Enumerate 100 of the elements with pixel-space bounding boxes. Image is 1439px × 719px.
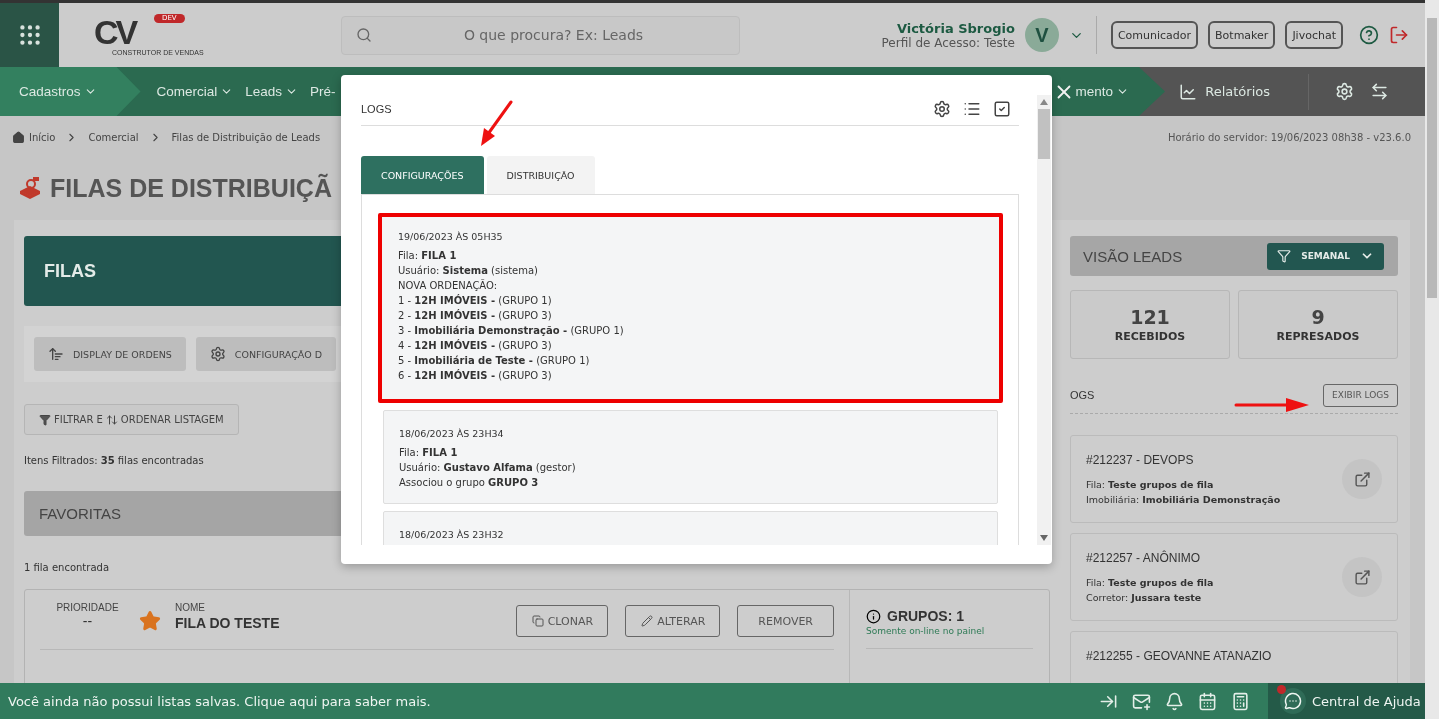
log-line: 3 - Imobiliária Demonstração - (GRUPO 1) bbox=[398, 324, 625, 338]
scroll-up-icon[interactable] bbox=[1040, 99, 1048, 105]
log-line: 5 - Imobiliária de Teste - (GRUPO 1) bbox=[398, 354, 591, 368]
show-logs-button[interactable]: EXIBIR LOGS bbox=[1323, 383, 1398, 407]
swap-arrows-icon[interactable] bbox=[1370, 82, 1389, 101]
bell-icon[interactable] bbox=[1165, 691, 1184, 711]
favorites-count: 1 fila encontrada bbox=[24, 562, 110, 573]
tab[interactable]: DISTRIBUIÇÃO bbox=[486, 156, 595, 194]
log-date: 18/06/2023 ÀS 23H32 bbox=[399, 529, 505, 540]
scrollbar-thumb[interactable] bbox=[1427, 18, 1437, 298]
list-icon[interactable] bbox=[963, 100, 981, 118]
filtered-count: Itens Filtrados: 35 filas encontradas bbox=[24, 455, 204, 466]
log-line: 2 - 12H IMÓVEIS - (GRUPO 3) bbox=[398, 308, 553, 323]
log-line: Associou o grupo GRUPO 3 bbox=[399, 476, 540, 490]
reports-link[interactable]: Relatórios bbox=[1179, 82, 1270, 101]
log-line: Fila: FILA 1 bbox=[398, 249, 458, 263]
log-date: 19/06/2023 ÀS 05H35 bbox=[398, 231, 504, 242]
nav-menu-item[interactable]: mento bbox=[1069, 67, 1135, 116]
server-time: Horário do servidor: 19/06/2023 08h38 - v23.6.0 bbox=[1167, 131, 1411, 143]
logo-mark: CV bbox=[94, 14, 136, 49]
nav-menu-item[interactable]: Comercial bbox=[150, 67, 240, 116]
header-button[interactable]: Comunicador bbox=[1110, 21, 1199, 49]
nav-menu-item[interactable]: Leads bbox=[239, 67, 305, 116]
nav-menu-item[interactable]: Cadastros bbox=[0, 67, 141, 116]
dialog-title: LOGS bbox=[361, 103, 392, 115]
priority-label: PRIORIDADE bbox=[56, 602, 119, 613]
log-line: NOVA ORDENAÇÃO: bbox=[398, 278, 499, 293]
filter-sort-button[interactable]: FILTRAR E ORDENAR LISTAGEM bbox=[24, 404, 239, 435]
star-icon[interactable] bbox=[139, 610, 161, 632]
lead-detail: Fila: Teste grupos de fila bbox=[1086, 478, 1215, 492]
help-center-button[interactable]: Central de Ajuda bbox=[1268, 683, 1425, 719]
settings-icon[interactable] bbox=[933, 100, 951, 118]
calculator-icon[interactable] bbox=[1231, 691, 1250, 711]
filter-icon bbox=[39, 413, 51, 426]
queue-icon bbox=[18, 177, 42, 199]
section-title: FILAS bbox=[44, 260, 96, 282]
scrollbar-thumb[interactable] bbox=[1038, 109, 1050, 159]
mail-plus-icon[interactable] bbox=[1132, 691, 1151, 711]
breadcrumb-link[interactable]: Filas de Distribuição de Leads bbox=[171, 131, 321, 143]
lead-detail: Imobiliária: Imobiliária Demonstração bbox=[1086, 493, 1282, 507]
queue-action-button[interactable]: REMOVER bbox=[737, 605, 834, 637]
log-line: 1 - 12H IMÓVEIS - (GRUPO 1) bbox=[398, 293, 553, 308]
search-input[interactable]: O que procura? Ex: Leads bbox=[382, 26, 725, 44]
lead-detail: Fila: Teste grupos de fila bbox=[1086, 576, 1215, 590]
checkbox-icon[interactable] bbox=[993, 100, 1011, 118]
log-line: Fila: FILA 1 bbox=[399, 446, 459, 460]
queue-action-button[interactable]: ALTERAR bbox=[625, 605, 721, 637]
search-icon bbox=[356, 27, 372, 43]
help-icon[interactable] bbox=[1359, 25, 1379, 45]
dialog-scrollbar[interactable] bbox=[1037, 95, 1051, 545]
name-label: NOME bbox=[175, 602, 206, 613]
lead-title: #212237 - DEVOPS bbox=[1086, 453, 1195, 467]
user-name: Victória Sbrogio bbox=[896, 20, 1015, 36]
page-title: FILAS DE DISTRIBUIÇÃ bbox=[50, 173, 332, 203]
info-icon bbox=[866, 608, 881, 624]
copy-icon bbox=[531, 615, 544, 627]
log-line: 4 - 12H IMÓVEIS - (GRUPO 3) bbox=[398, 338, 553, 353]
log-date: 18/06/2023 ÀS 23H34 bbox=[399, 428, 505, 439]
log-line: 6 - 12H IMÓVEIS - (GRUPO 3) bbox=[398, 368, 553, 383]
action-button[interactable]: CONFIGURAÇÃO D bbox=[195, 337, 336, 371]
priority-value: -- bbox=[82, 613, 93, 629]
calendar-icon[interactable] bbox=[1198, 691, 1217, 711]
queue-action-button[interactable]: CLONAR bbox=[515, 605, 609, 637]
breadcrumb-link[interactable]: Início bbox=[29, 131, 56, 143]
apps-menu-button[interactable] bbox=[0, 3, 59, 67]
queue-name: FILA DO TESTE bbox=[175, 615, 280, 631]
filter-icon bbox=[1277, 249, 1292, 264]
groups-note: Somente on-line no painel bbox=[866, 626, 1033, 649]
stat-label: RECEBIDOS bbox=[1114, 330, 1186, 344]
sort-arrows-icon bbox=[105, 413, 118, 426]
period-filter-button[interactable]: SEMANAL bbox=[1267, 242, 1384, 270]
stat-label: REPRESADOS bbox=[1276, 330, 1360, 344]
home-icon bbox=[12, 130, 25, 144]
tab[interactable]: CONFIGURAÇÕES bbox=[361, 156, 484, 194]
log-line: Usuário: Gustavo Alfama (gestor) bbox=[399, 461, 577, 475]
sort-icon bbox=[48, 346, 64, 362]
user-avatar[interactable]: V bbox=[1024, 18, 1059, 52]
pencil-icon bbox=[641, 615, 654, 627]
external-link-icon[interactable] bbox=[1342, 557, 1382, 597]
log-line: Usuário: Sistema (sistema) bbox=[398, 264, 539, 278]
breadcrumb-link[interactable]: Comercial bbox=[88, 131, 139, 143]
action-button[interactable]: DISPLAY DE ORDENS bbox=[34, 337, 186, 371]
saved-lists-link[interactable]: Você ainda não possui listas salvas. Clique aqui para saber mais. bbox=[0, 693, 431, 709]
search-field[interactable]: O que procura? Ex: Leads bbox=[341, 15, 740, 55]
stat-value: 9 bbox=[1311, 306, 1325, 329]
header-button[interactable]: Jivochat bbox=[1285, 21, 1343, 49]
groups-count: GRUPOS: 1 bbox=[887, 608, 964, 624]
logs-title: OGS bbox=[1070, 389, 1095, 402]
overview-title: VISÃO LEADS bbox=[1083, 247, 1183, 265]
favorites-title: FAVORITAS bbox=[39, 505, 121, 522]
stat-value: 121 bbox=[1130, 306, 1170, 329]
user-profile: Perfil de Acesso: Teste bbox=[881, 35, 1015, 50]
settings-icon bbox=[209, 346, 226, 362]
lead-title: #212255 - GEOVANNE ATANAZIO bbox=[1086, 649, 1273, 663]
external-link-icon[interactable] bbox=[1342, 459, 1382, 499]
chat-icon bbox=[1280, 688, 1306, 714]
lead-detail: Corretor: Jussara teste bbox=[1086, 591, 1203, 605]
header-button[interactable]: Botmaker bbox=[1208, 21, 1276, 49]
page-scrollbar[interactable] bbox=[1425, 0, 1439, 719]
logout-icon[interactable] bbox=[1389, 25, 1409, 45]
